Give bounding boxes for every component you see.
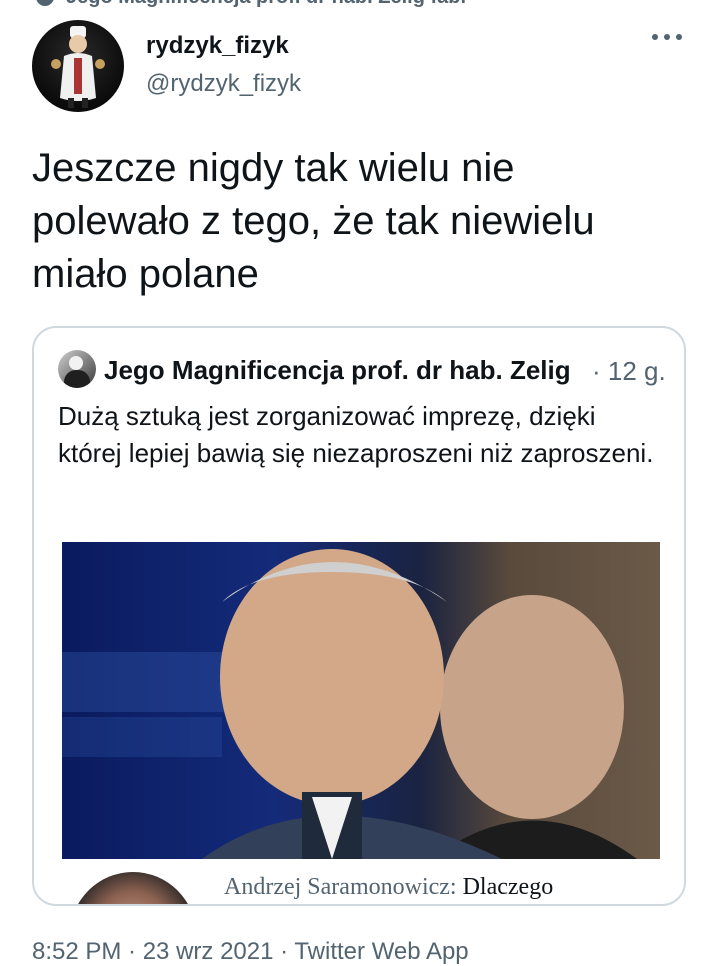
tweet-meta: 8:52 PM · 23 wrz 2021 · Twitter Web App — [32, 938, 469, 965]
more-options-icon[interactable] — [652, 34, 682, 40]
author-avatar[interactable] — [32, 20, 124, 112]
tweet-text: Jeszcze nigdy tak wielu nie polewało z t… — [32, 146, 595, 296]
avatar-icon — [36, 0, 54, 6]
previous-tweet-header: Jego Magnificencja prof. dr hab. Zelig f… — [0, 0, 720, 8]
author-name[interactable]: rydzyk_fizyk — [146, 32, 289, 60]
quoted-tweet-time: · 12 g. — [592, 356, 666, 386]
quoted-tweet-text: Dużą sztuką jest zorganizować imprezę, d… — [58, 401, 654, 468]
quoted-tweet-card[interactable]: Jego Magnificencja prof. dr hab. Zelig ·… — [32, 326, 686, 906]
link-preview-title[interactable]: Andrzej Saramonowicz: Dlaczego — [224, 874, 553, 901]
previous-tweet-author: Jego Magnificencja prof. dr hab. Zelig f… — [66, 0, 468, 8]
chef-figure-icon — [51, 26, 105, 108]
author-handle[interactable]: @rydzyk_fizyk — [146, 70, 301, 98]
link-preview-thumbnail — [70, 872, 196, 904]
quoted-author-avatar — [58, 350, 96, 388]
quoted-author-name: Jego Magnificencja prof. dr hab. Zelig — [104, 355, 571, 385]
quoted-tweet-photo[interactable] — [62, 542, 660, 859]
photo-illustration — [62, 549, 637, 859]
